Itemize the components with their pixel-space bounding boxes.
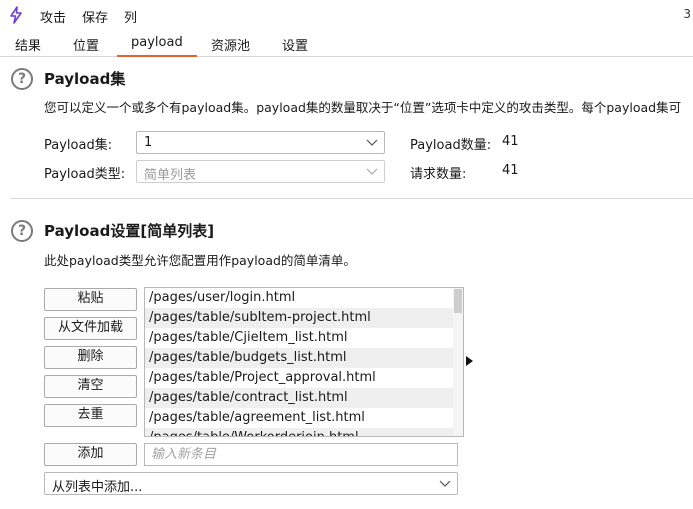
payload-count-label: Payload数量: — [410, 138, 492, 153]
request-count-label: 请求数量: — [410, 167, 467, 182]
lightning-icon — [8, 6, 24, 24]
payload-sets-title: Payload集 — [44, 70, 126, 88]
payload-set-value: 1 — [144, 135, 153, 150]
payload-type-select[interactable]: 简单列表 — [136, 160, 385, 183]
request-count-value: 41 — [502, 163, 519, 178]
add-from-list-value: 从列表中添加... — [52, 480, 143, 495]
payload-list[interactable]: /pages/user/login.html /pages/table/subI… — [144, 287, 464, 437]
chevron-down-icon — [439, 480, 451, 487]
list-item[interactable]: /pages/table/Project_approval.html — [145, 368, 453, 388]
payload-type-value: 简单列表 — [144, 168, 197, 183]
tab-resource-pool[interactable]: 资源池 — [211, 35, 250, 54]
payload-settings-description: 此处payload类型允许您配置用作payload的简单清单。 — [44, 253, 356, 268]
expand-arrow-icon[interactable] — [466, 356, 473, 366]
payload-type-label: Payload类型: — [44, 167, 126, 182]
help-icon[interactable]: ? — [11, 220, 33, 242]
scrollbar-thumb[interactable] — [454, 289, 462, 313]
list-item[interactable]: /pages/table/subItem-project.html — [145, 308, 453, 328]
remove-button[interactable]: 删除 — [44, 346, 137, 369]
tab-bar: 结果 位置 payload 资源池 设置 — [0, 30, 693, 57]
payload-sets-description: 您可以定义一个或多个有payload集。payload集的数量取决于“位置”选项… — [44, 100, 682, 115]
new-item-input[interactable] — [144, 443, 458, 466]
section-divider — [10, 198, 693, 199]
add-from-list-select[interactable]: 从列表中添加... — [44, 472, 458, 495]
list-item[interactable]: /pages/table/contract_list.html — [145, 388, 453, 408]
list-item[interactable]: /pages/table/agreement_list.html — [145, 408, 453, 428]
payload-set-label: Payload集: — [44, 138, 113, 153]
tab-positions[interactable]: 位置 — [73, 35, 99, 54]
payload-set-select[interactable]: 1 — [136, 131, 385, 154]
clear-button[interactable]: 清空 — [44, 375, 137, 398]
tab-payload[interactable]: payload — [117, 35, 197, 57]
dedupe-button[interactable]: 去重 — [44, 404, 137, 427]
add-button[interactable]: 添加 — [44, 443, 137, 466]
tab-results[interactable]: 结果 — [15, 35, 41, 54]
chevron-down-icon — [366, 168, 378, 175]
list-item[interactable]: /pages/table/Workorderjoin.html — [145, 428, 453, 436]
menu-save[interactable]: 保存 — [82, 7, 108, 26]
chevron-down-icon — [366, 139, 378, 146]
list-scrollbar[interactable] — [453, 288, 463, 436]
payload-settings-title: Payload设置[简单列表] — [44, 222, 215, 240]
list-item[interactable]: /pages/user/login.html — [145, 288, 453, 308]
menu-bar: 攻击 保存 列 3 — [0, 0, 693, 30]
load-from-file-button[interactable]: 从文件加载 — [44, 317, 137, 340]
payload-count-value: 41 — [502, 134, 519, 149]
list-item[interactable]: /pages/table/CjieItem_list.html — [145, 328, 453, 348]
list-item[interactable]: /pages/table/budgets_list.html — [145, 348, 453, 368]
tab-settings[interactable]: 设置 — [282, 35, 308, 54]
menu-attack[interactable]: 攻击 — [40, 7, 66, 26]
menu-columns[interactable]: 列 — [124, 7, 137, 26]
help-icon[interactable]: ? — [11, 68, 33, 90]
paste-button[interactable]: 粘贴 — [44, 288, 137, 311]
corner-number: 3 — [683, 7, 691, 21]
